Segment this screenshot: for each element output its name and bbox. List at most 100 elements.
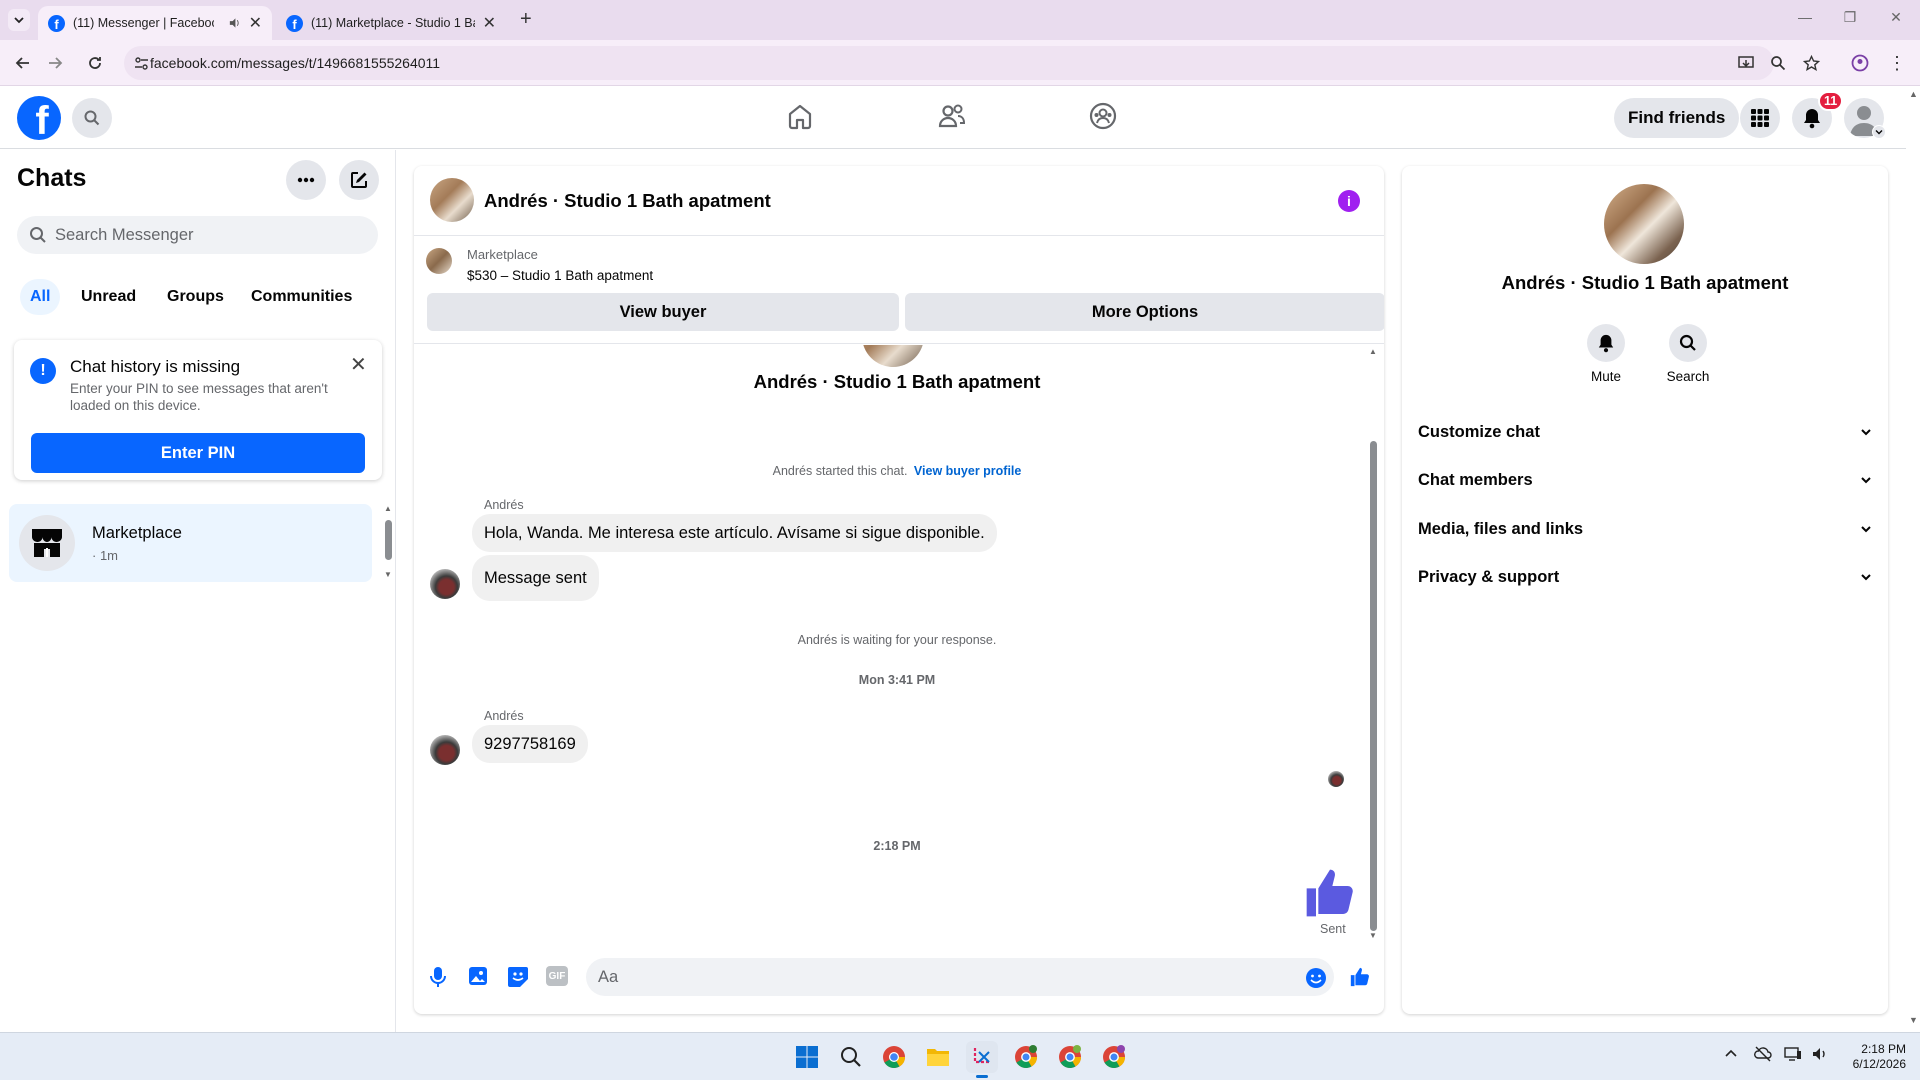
find-friends-button[interactable]: Find friends bbox=[1614, 98, 1740, 138]
account-chevron-icon[interactable] bbox=[1872, 125, 1886, 139]
browser-tab-strip: f (11) Messenger | Facebook ✕ f (11) Mar… bbox=[0, 0, 1920, 40]
zoom-icon[interactable] bbox=[1765, 50, 1791, 76]
install-app-icon[interactable] bbox=[1733, 50, 1759, 76]
network-offline-icon[interactable] bbox=[1754, 1046, 1772, 1062]
friends-icon bbox=[938, 104, 966, 128]
search-messenger-input[interactable]: Search Messenger bbox=[17, 216, 378, 254]
volume-icon[interactable] bbox=[1811, 1046, 1829, 1062]
mute-action[interactable]: Mute bbox=[1584, 324, 1628, 384]
chat-members-section[interactable]: Chat members bbox=[1418, 460, 1872, 500]
back-button[interactable] bbox=[10, 50, 36, 76]
conversation-list-item[interactable]: Marketplace · 1m bbox=[9, 504, 372, 582]
filter-groups[interactable]: Groups bbox=[157, 279, 234, 315]
restore-window-icon[interactable]: ❐ bbox=[1840, 9, 1860, 29]
message-input[interactable]: Aa bbox=[586, 958, 1334, 996]
facebook-logo-icon[interactable]: f bbox=[17, 96, 61, 140]
page-scrollbar[interactable]: ▲ ▼ bbox=[1906, 87, 1920, 1032]
browser-tab-marketplace[interactable]: f (11) Marketplace - Studio 1 Bat ✕ bbox=[276, 6, 506, 40]
reload-button[interactable] bbox=[82, 50, 108, 76]
listing-price-title: $530 – Studio 1 Bath apatment bbox=[467, 268, 654, 283]
media-files-links-section[interactable]: Media, files and links bbox=[1418, 509, 1872, 549]
timestamp-divider: Mon 3:41 PM bbox=[858, 673, 936, 687]
search-in-chat-button[interactable] bbox=[1669, 324, 1707, 362]
groups-nav-button[interactable] bbox=[1089, 102, 1117, 130]
thumbs-up-icon bbox=[1350, 967, 1369, 987]
thread-scrollbar[interactable]: ▲ ▼ bbox=[1367, 347, 1379, 943]
clock-time: 2:18 PM bbox=[1861, 1042, 1906, 1056]
send-like-button[interactable] bbox=[1349, 966, 1371, 988]
profile-icon[interactable] bbox=[1847, 50, 1873, 76]
facebook-search-button[interactable] bbox=[72, 98, 112, 138]
section-label: Chat members bbox=[1418, 470, 1533, 489]
address-bar[interactable]: facebook.com/messages/t/1496681555264011 bbox=[124, 46, 1774, 80]
timestamp-divider: 2:18 PM bbox=[873, 839, 921, 853]
chat-options-button[interactable] bbox=[286, 160, 326, 200]
chrome-profile-3-icon[interactable] bbox=[1098, 1041, 1130, 1073]
message-thread[interactable]: Andrés · Studio 1 Bath apatment Andrés s… bbox=[414, 345, 1380, 945]
display-icon[interactable] bbox=[1784, 1046, 1802, 1062]
friends-nav-button[interactable] bbox=[937, 102, 967, 130]
search-action[interactable]: Search bbox=[1658, 324, 1718, 384]
enter-pin-button[interactable]: Enter PIN bbox=[31, 433, 365, 473]
notice-title: Chat history is missing bbox=[70, 357, 241, 376]
emoji-button[interactable] bbox=[1305, 967, 1327, 989]
bookmark-star-icon[interactable] bbox=[1798, 50, 1824, 76]
view-buyer-button[interactable]: View buyer bbox=[427, 293, 899, 331]
browser-menu-icon[interactable]: ⋮ bbox=[1884, 50, 1910, 76]
filter-communities[interactable]: Communities bbox=[241, 279, 362, 315]
message-bubble[interactable]: 9297758169 bbox=[472, 725, 588, 763]
chrome-profile-2-icon[interactable] bbox=[1054, 1041, 1086, 1073]
speaker-icon bbox=[229, 18, 239, 28]
close-tab-icon[interactable]: ✕ bbox=[249, 13, 262, 33]
site-info-icon[interactable] bbox=[134, 56, 149, 71]
clock[interactable]: 2:18 PM 6/12/2026 bbox=[1836, 1042, 1906, 1072]
filter-all[interactable]: All bbox=[20, 279, 61, 315]
view-buyer-profile-link[interactable]: View buyer profile bbox=[914, 464, 1021, 478]
start-button[interactable] bbox=[791, 1041, 823, 1073]
close-tab-icon[interactable]: ✕ bbox=[483, 13, 496, 33]
new-message-button[interactable] bbox=[339, 160, 379, 200]
more-options-button[interactable]: More Options bbox=[905, 293, 1384, 331]
search-icon bbox=[1679, 334, 1696, 351]
close-notice-icon[interactable]: ✕ bbox=[350, 352, 367, 377]
taskbar-search-button[interactable] bbox=[835, 1041, 867, 1073]
voice-clip-button[interactable] bbox=[428, 966, 448, 988]
close-window-icon[interactable]: ✕ bbox=[1886, 9, 1906, 29]
waiting-notice: Andrés is waiting for your response. bbox=[797, 633, 997, 647]
sent-like-icon bbox=[1302, 865, 1358, 921]
chat-title[interactable]: Andrés · Studio 1 Bath apatment bbox=[484, 190, 771, 212]
filter-unread[interactable]: Unread bbox=[71, 279, 146, 315]
sticker-button[interactable] bbox=[507, 966, 529, 988]
chrome-profile-1-icon[interactable] bbox=[1010, 1041, 1042, 1073]
gif-button[interactable]: GIF bbox=[546, 966, 568, 986]
bell-icon bbox=[1598, 334, 1614, 353]
attach-photo-button[interactable] bbox=[468, 966, 488, 986]
customize-chat-section[interactable]: Customize chat bbox=[1418, 412, 1872, 452]
listing-thumbnail[interactable] bbox=[430, 178, 474, 222]
message-bubble[interactable]: Message sent bbox=[472, 555, 599, 601]
chrome-taskbar-icon[interactable] bbox=[878, 1041, 910, 1073]
details-avatar[interactable] bbox=[1604, 184, 1684, 264]
tab-search-button[interactable] bbox=[8, 9, 30, 31]
browser-tab-messenger[interactable]: f (11) Messenger | Facebook ✕ bbox=[38, 6, 272, 40]
section-label: Customize chat bbox=[1418, 422, 1540, 441]
details-name: Andrés · Studio 1 Bath apatment bbox=[1501, 272, 1789, 293]
home-nav-button[interactable] bbox=[786, 102, 814, 130]
mute-button[interactable] bbox=[1587, 324, 1625, 362]
microphone-icon bbox=[430, 967, 446, 987]
snipping-tool-icon[interactable] bbox=[966, 1041, 998, 1078]
chats-title: Chats bbox=[17, 164, 87, 192]
conversation-info-icon[interactable]: i bbox=[1338, 190, 1360, 212]
menu-button[interactable] bbox=[1740, 98, 1780, 138]
forward-button[interactable] bbox=[42, 50, 68, 76]
notice-body: Enter your PIN to see messages that aren… bbox=[70, 381, 328, 413]
privacy-support-section[interactable]: Privacy & support bbox=[1418, 557, 1872, 597]
minimize-window-icon[interactable]: — bbox=[1795, 9, 1815, 29]
message-bubble[interactable]: Hola, Wanda. Me interesa este artículo. … bbox=[472, 514, 997, 552]
tray-overflow-icon[interactable] bbox=[1724, 1047, 1738, 1061]
file-explorer-icon[interactable] bbox=[922, 1041, 954, 1073]
mute-label: Mute bbox=[1590, 369, 1621, 384]
new-tab-button[interactable]: + bbox=[520, 8, 532, 31]
chat-header: Andrés · Studio 1 Bath apatment i bbox=[414, 166, 1384, 236]
sidebar-scrollbar[interactable]: ▲ ▼ bbox=[383, 504, 393, 582]
